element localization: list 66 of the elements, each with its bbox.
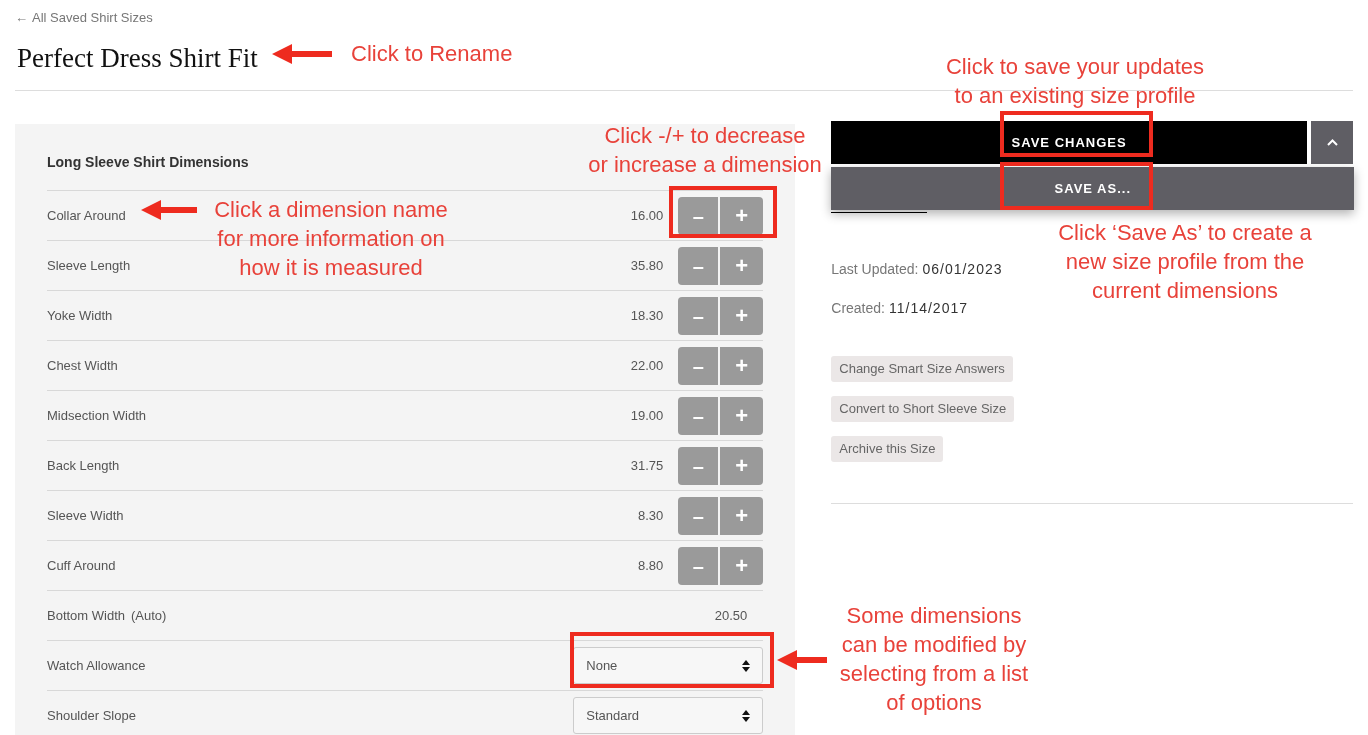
dimension-name[interactable]: Bottom Width xyxy=(47,605,126,626)
dimension-name[interactable]: Chest Width xyxy=(47,355,118,376)
annotation-text: Some dimensions can be modified by selecting from a list of options xyxy=(838,602,1030,717)
increase-button[interactable]: + xyxy=(720,396,764,435)
dimension-value: 8.80 xyxy=(637,556,664,575)
annotation-text: Click to Rename xyxy=(351,40,513,68)
dimension-name[interactable]: Sleeve Length xyxy=(47,255,131,276)
last-updated-label: Last Updated: xyxy=(831,260,919,279)
decrease-button[interactable]: – xyxy=(678,196,719,235)
action-button[interactable]: Change Smart Size Answers xyxy=(831,356,1013,382)
arrow-icon xyxy=(272,44,332,64)
back-link[interactable]: ← All Saved Shirt Sizes xyxy=(15,8,153,28)
action-button[interactable]: Convert to Short Sleeve Size xyxy=(831,396,1015,422)
created-label: Created: xyxy=(831,299,885,318)
dimension-value: 16.00 xyxy=(630,206,664,225)
decrease-button[interactable]: – xyxy=(678,496,719,535)
select-field[interactable]: Standard xyxy=(573,697,764,734)
profile-title[interactable]: Perfect Dress Shirt Fit xyxy=(17,37,258,78)
dimension-name[interactable]: Sleeve Width xyxy=(47,505,124,526)
dimension-value: 8.30 xyxy=(637,506,664,525)
annotation-text: Click to save your updates to an existing size profile xyxy=(945,53,1205,110)
decrease-button[interactable]: – xyxy=(678,296,719,335)
annotation-text: Click -/+ to decrease or increase a dimension xyxy=(587,122,823,179)
increase-button[interactable]: + xyxy=(720,346,764,385)
dimension-name[interactable]: Collar Around xyxy=(47,205,126,226)
created-date: 11/14/2017 xyxy=(888,299,968,318)
increase-button[interactable]: + xyxy=(720,296,764,335)
dimension-value: 20.50 xyxy=(714,606,748,625)
increase-button[interactable]: + xyxy=(720,496,764,535)
dimension-name[interactable]: Yoke Width xyxy=(47,305,113,326)
decrease-button[interactable]: – xyxy=(678,346,719,385)
decrease-button[interactable]: – xyxy=(678,396,719,435)
dimension-value: 31.75 xyxy=(630,456,664,475)
dimension-name[interactable]: Back Length xyxy=(47,455,120,476)
panel-heading: Long Sleeve Shirt Dimensions xyxy=(47,153,249,172)
dimension-name[interactable]: Midsection Width xyxy=(47,405,146,426)
select-value: None xyxy=(586,656,618,675)
dimension-value: 22.00 xyxy=(630,356,664,375)
increase-button[interactable]: + xyxy=(720,546,764,585)
dimension-name[interactable]: Shoulder Slope xyxy=(47,705,136,726)
decrease-button[interactable]: – xyxy=(678,246,719,285)
chevron-icon xyxy=(1326,139,1338,146)
arrow-icon xyxy=(777,650,827,670)
sort-arrows-icon xyxy=(742,709,751,722)
increase-button[interactable]: + xyxy=(720,196,764,235)
dimension-value: 19.00 xyxy=(630,406,664,425)
increase-button[interactable]: + xyxy=(720,246,764,285)
decrease-button[interactable]: – xyxy=(678,446,719,485)
select-value: Standard xyxy=(586,706,640,725)
dimension-value: 35.80 xyxy=(630,256,664,275)
last-updated-date: 06/01/2023 xyxy=(922,260,1003,279)
save-as-menu-item[interactable]: SAVE AS... xyxy=(831,167,1355,210)
arrow-icon xyxy=(141,200,197,220)
dimension-value: 18.30 xyxy=(630,306,664,325)
save-changes-button[interactable]: SAVE CHANGES xyxy=(831,121,1307,164)
dimension-name[interactable]: Cuff Around xyxy=(47,555,116,576)
increase-button[interactable]: + xyxy=(720,446,764,485)
auto-note: (Auto) xyxy=(131,606,167,625)
decrease-button[interactable]: – xyxy=(678,546,719,585)
annotation-text: Click ‘Save As’ to create a new size profile from the current dimensions xyxy=(1057,219,1313,305)
dimension-name[interactable]: Watch Allowance xyxy=(47,655,146,676)
select-field[interactable]: None xyxy=(573,647,764,684)
menu-toggle-button[interactable] xyxy=(1311,121,1353,164)
sort-arrows-icon xyxy=(742,659,751,672)
annotation-text: Click a dimension name for more information on how it is measured xyxy=(213,196,449,282)
action-button[interactable]: Archive this Size xyxy=(831,436,944,462)
